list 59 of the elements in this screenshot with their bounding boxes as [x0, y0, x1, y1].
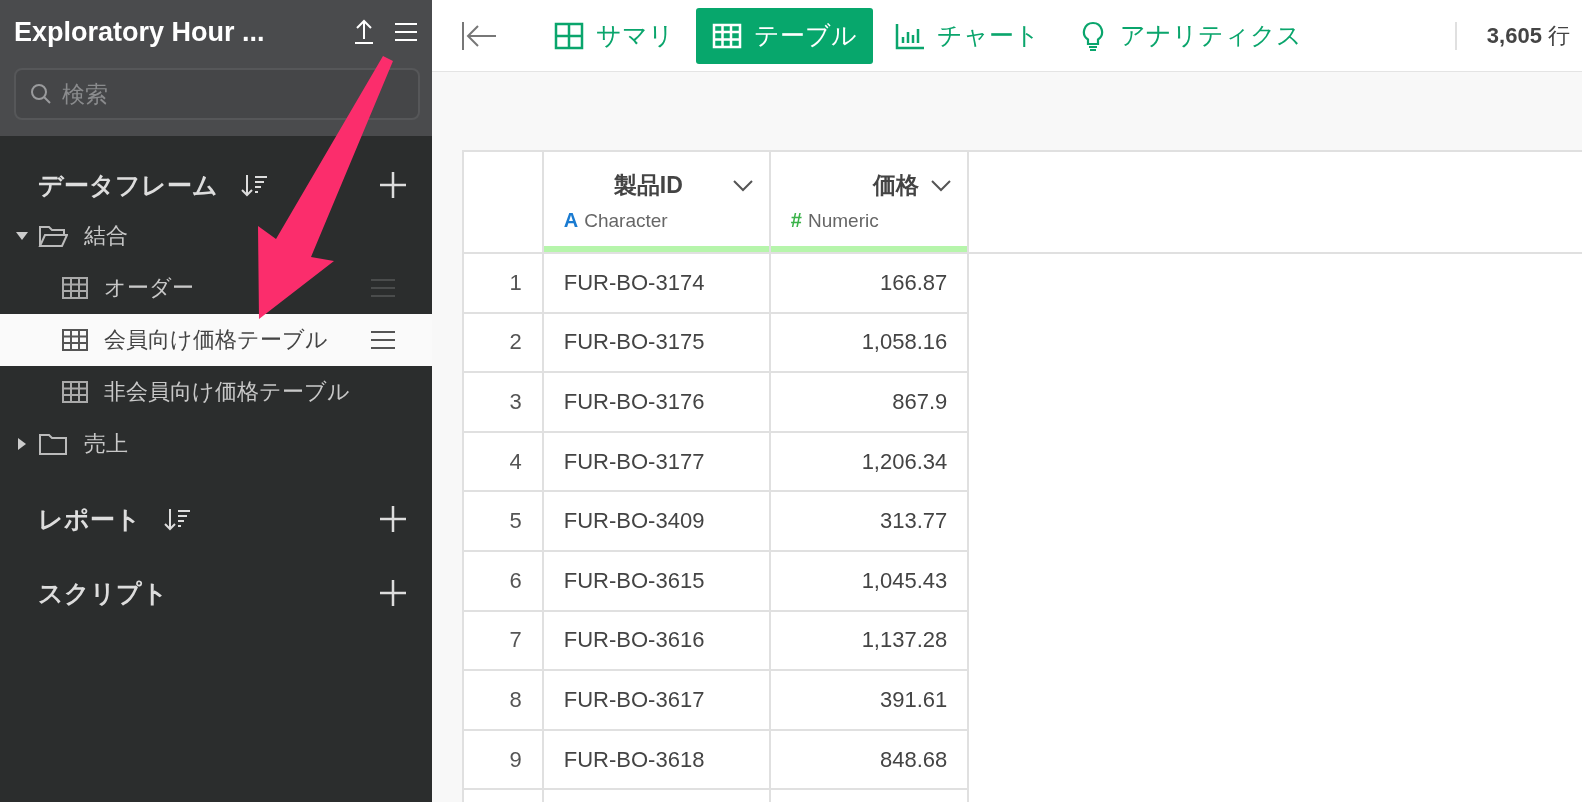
row-number: 2	[463, 312, 543, 373]
table-cell: 1,206.34	[769, 431, 969, 492]
folder-item[interactable]: 売上	[0, 418, 432, 470]
chevron-down-icon[interactable]	[931, 179, 952, 192]
tree-item[interactable]: オーダー	[0, 262, 432, 314]
row-count: 3,605 行	[1486, 21, 1570, 50]
table-icon	[62, 381, 88, 403]
section-title: レポート	[38, 503, 141, 535]
chevron-down-icon[interactable]	[732, 179, 753, 192]
menu-icon[interactable]	[370, 330, 396, 350]
folder-item[interactable]: 結合	[0, 210, 432, 262]
search-field[interactable]: 検索	[14, 68, 420, 120]
table-icon	[62, 277, 88, 299]
row-number: 3	[463, 372, 543, 432]
caret-down-icon	[16, 230, 28, 242]
open-folder-icon	[38, 224, 68, 248]
table-cell: FUR-BO-3409	[542, 491, 770, 551]
row-number: 8	[463, 670, 543, 730]
grid-icon	[554, 20, 584, 51]
section-title: データフレーム	[38, 169, 218, 201]
tree-item[interactable]: 非会員向け価格テーブル	[0, 366, 432, 418]
folder-icon	[38, 432, 68, 456]
add-icon[interactable]	[380, 172, 406, 198]
table-cell: 867.9	[769, 372, 969, 432]
table-icon	[62, 329, 88, 351]
table-cell: FUR-BO-3176	[542, 372, 770, 432]
row-number: 9	[463, 729, 543, 790]
table-cell: 1,045.43	[769, 550, 969, 611]
table-cell: FUR-BO-3174	[542, 253, 770, 313]
row-number: 6	[463, 550, 543, 611]
table-cell: FUR-BO-3177	[542, 431, 770, 492]
row-number: 5	[463, 491, 543, 551]
table-cell: 313.77	[769, 491, 969, 551]
column-type: Character	[584, 209, 668, 232]
table-cell: FUR-BO-3615	[542, 550, 770, 611]
tree-item[interactable]: 会員向け価格テーブル	[0, 314, 432, 366]
table-cell: 1,058.16	[769, 312, 969, 373]
row-number: 7	[463, 610, 543, 671]
column-header[interactable]: 価格 # Numeric	[769, 151, 969, 253]
row-number: 1	[463, 253, 543, 313]
table-cell: FUR-BO-3616	[542, 610, 770, 671]
row-number: 4	[463, 431, 543, 492]
table-cell: 166.87	[769, 253, 969, 313]
add-icon[interactable]	[380, 580, 406, 606]
type-icon: #	[790, 209, 802, 232]
search-icon	[30, 83, 52, 105]
table-cell: FUR-BO-3618	[542, 729, 770, 790]
section-title: スクリプト	[38, 577, 168, 609]
type-icon: A	[563, 209, 579, 232]
add-icon[interactable]	[380, 506, 406, 532]
table-cell: 391.61	[769, 670, 969, 730]
column-type: Numeric	[807, 209, 879, 232]
caret-right-icon	[16, 438, 28, 450]
table-cell: FUR-BO-3175	[542, 312, 770, 373]
table-cell: 1,137.28	[769, 610, 969, 671]
column-header[interactable]: 製品ID A Character	[542, 151, 770, 253]
project-title: Exploratory Hour ...	[14, 16, 266, 48]
table-cell: FUR-BO-3617	[542, 670, 770, 730]
table-cell: 848.68	[769, 729, 969, 790]
